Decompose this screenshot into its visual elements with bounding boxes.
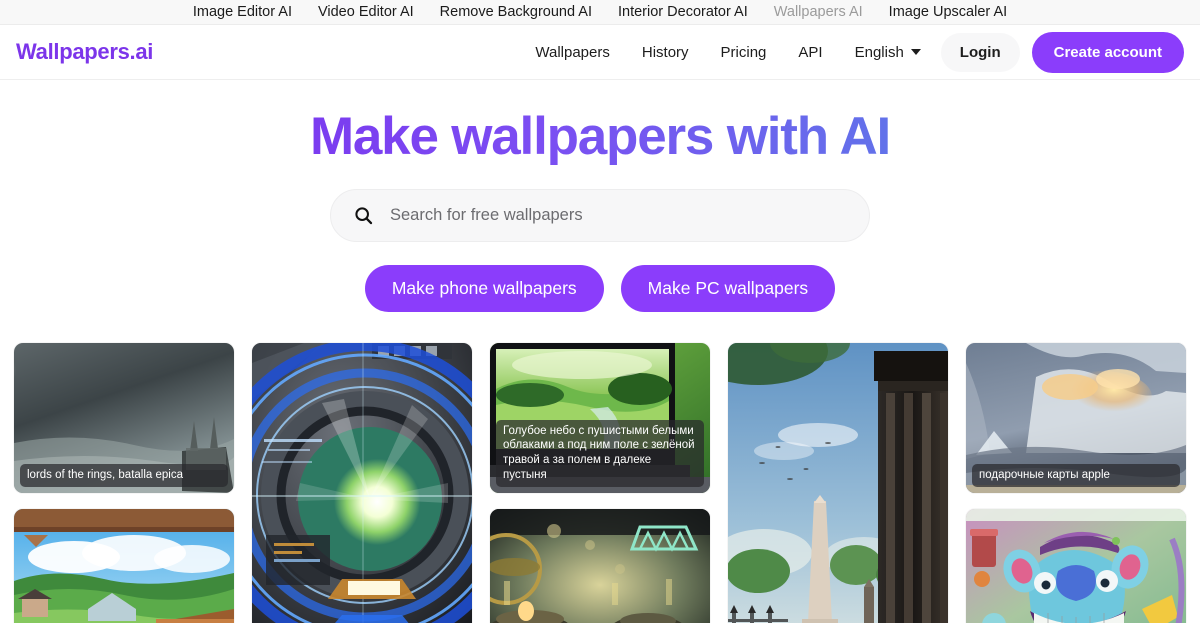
wallpaper-card[interactable]: подарочные карты apple [966,342,1186,493]
wallpaper-caption: Голубое небо с пушистыми белыми облаками… [496,419,704,487]
nav-link-wallpapers[interactable]: Wallpapers [519,44,625,61]
nav-links-group: Wallpapers History Pricing API English L… [519,31,1184,73]
gallery-column: Голубое небо с пушистыми белыми облаками… [490,342,710,623]
wallpaper-thumbnail [728,342,948,623]
wallpaper-caption: подарочные карты apple [972,463,1180,487]
wallpaper-card[interactable]: おっぱい [14,508,234,623]
wallpaper-card[interactable]: Китайские часы с животными [490,508,710,623]
wallpaper-thumbnail [252,342,472,623]
make-phone-wallpapers-button[interactable]: Make phone wallpapers [364,264,604,312]
gallery-column: подарочные карты apple [966,342,1186,623]
gallery-column [728,342,948,623]
search-input[interactable] [390,189,847,241]
wallpaper-card[interactable] [728,342,948,623]
product-switcher-bar: Image Editor AI Video Editor AI Remove B… [0,0,1200,25]
wallpaper-card[interactable]: lords of the rings, batalla epica [14,342,234,493]
chevron-down-icon [910,49,921,55]
nav-link-pricing[interactable]: Pricing [705,44,783,61]
gallery-column: lords of the rings, batalla epica [14,342,234,623]
wallpaper-caption: lords of the rings, batalla epica [20,463,228,487]
wallpaper-thumbnail [14,508,234,623]
wallpaper-gallery: lords of the rings, batalla epica Голубо… [0,342,1200,623]
login-button[interactable]: Login [940,32,1020,72]
main-navbar: Wallpapers.ai Wallpapers History Pricing… [0,25,1200,80]
language-dropdown[interactable]: English [839,44,935,61]
wallpaper-thumbnail [490,508,710,623]
topbar-link-wallpapers-ai[interactable]: Wallpapers AI [761,5,876,20]
nav-link-api[interactable]: API [782,44,838,61]
cta-button-row: Make phone wallpapers Make PC wallpapers [0,264,1200,312]
search-icon [353,205,374,226]
gallery-column [252,342,472,623]
brand-logo[interactable]: Wallpapers.ai [16,39,153,65]
topbar-link-remove-background-ai[interactable]: Remove Background AI [427,5,605,20]
search-bar[interactable] [330,188,870,242]
create-account-button[interactable]: Create account [1031,31,1184,73]
wallpaper-card[interactable] [252,342,472,623]
topbar-link-image-editor-ai[interactable]: Image Editor AI [180,5,305,20]
topbar-link-image-upscaler-ai[interactable]: Image Upscaler AI [876,5,1020,20]
wallpaper-card[interactable]: Голубое небо с пушистыми белыми облаками… [490,342,710,493]
nav-link-history[interactable]: History [626,44,705,61]
wallpaper-thumbnail [966,508,1186,623]
make-pc-wallpapers-button[interactable]: Make PC wallpapers [620,264,836,312]
hero-section: Make wallpapers with AI Make phone wallp… [0,80,1200,312]
language-label: English [854,43,904,61]
wallpaper-card[interactable] [966,508,1186,623]
topbar-link-interior-decorator-ai[interactable]: Interior Decorator AI [605,5,761,20]
page-title: Make wallpapers with AI [309,107,891,166]
topbar-link-video-editor-ai[interactable]: Video Editor AI [305,5,427,20]
